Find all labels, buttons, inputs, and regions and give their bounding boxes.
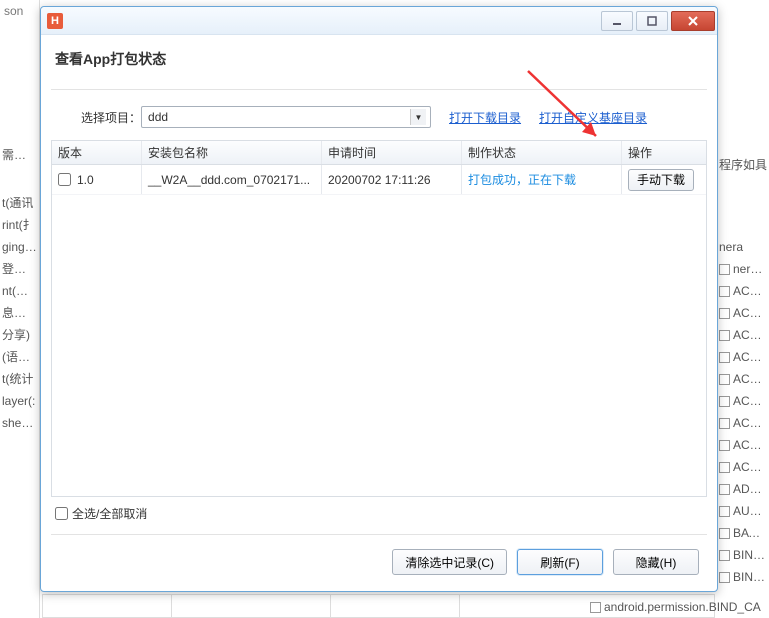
table-header: 版本 安装包名称 申请时间 制作状态 操作 — [52, 141, 706, 165]
row-checkbox[interactable] — [58, 173, 71, 186]
project-dropdown[interactable]: ddd ▼ — [141, 106, 431, 128]
titlebar: H — [41, 7, 717, 35]
background-permission-text: android.permission.BIND_CA — [590, 600, 761, 614]
th-name[interactable]: 安装包名称 — [142, 141, 322, 164]
open-custom-base-dir-link[interactable]: 打开自定义基座目录 — [539, 109, 647, 126]
table-body: 1.0 __W2A__ddd.com_0702171... 20200702 1… — [52, 165, 706, 496]
select-all-label: 全选/全部取消 — [72, 505, 147, 522]
chevron-down-icon: ▼ — [410, 109, 426, 125]
build-table: 版本 安装包名称 申请时间 制作状态 操作 1.0 __W2A__ddd.com… — [51, 140, 707, 497]
th-version[interactable]: 版本 — [52, 141, 142, 164]
app-icon: H — [47, 13, 63, 29]
cell-name: __W2A__ddd.com_0702171... — [148, 173, 310, 187]
clear-selected-button[interactable]: 清除选中记录(C) — [392, 549, 507, 575]
background-left-list: 需要模 t(通讯 rint(扌 ging(知 登录鉴 nt(支付 息推进 分享)… — [0, 0, 40, 618]
dialog-window: H 查看App打包状态 选择项目： ddd ▼ 打开下载目录 打开自定义基座目录… — [40, 6, 718, 592]
select-all-checkbox[interactable] — [55, 507, 68, 520]
select-all-row: 全选/全部取消 — [41, 497, 717, 534]
dialog-footer: 清除选中记录(C) 刷新(F) 隐藏(H) — [41, 535, 717, 591]
th-action[interactable]: 操作 — [622, 141, 706, 164]
cell-time: 20200702 17:11:26 — [328, 173, 431, 187]
maximize-button[interactable] — [636, 11, 668, 31]
minimize-button[interactable] — [601, 11, 633, 31]
close-button[interactable] — [671, 11, 715, 31]
hide-button[interactable]: 隐藏(H) — [613, 549, 699, 575]
cell-status: 打包成功，正在下载 — [468, 171, 576, 188]
background-right-list: 程序如具 nera nera.aut ACCESS_C ACCESS_C ACC… — [717, 0, 769, 618]
cell-version: 1.0 — [77, 173, 94, 187]
manual-download-button[interactable]: 手动下载 — [628, 169, 694, 191]
project-select-row: 选择项目： ddd ▼ 打开下载目录 打开自定义基座目录 — [41, 106, 717, 140]
dialog-title: 查看App打包状态 — [41, 35, 717, 89]
open-download-dir-link[interactable]: 打开下载目录 — [449, 109, 521, 126]
th-time[interactable]: 申请时间 — [322, 141, 462, 164]
divider — [51, 89, 707, 90]
project-label: 选择项目： — [81, 109, 141, 126]
table-row[interactable]: 1.0 __W2A__ddd.com_0702171... 20200702 1… — [52, 165, 706, 195]
refresh-button[interactable]: 刷新(F) — [517, 549, 603, 575]
th-status[interactable]: 制作状态 — [462, 141, 622, 164]
project-dropdown-value: ddd — [148, 110, 168, 124]
